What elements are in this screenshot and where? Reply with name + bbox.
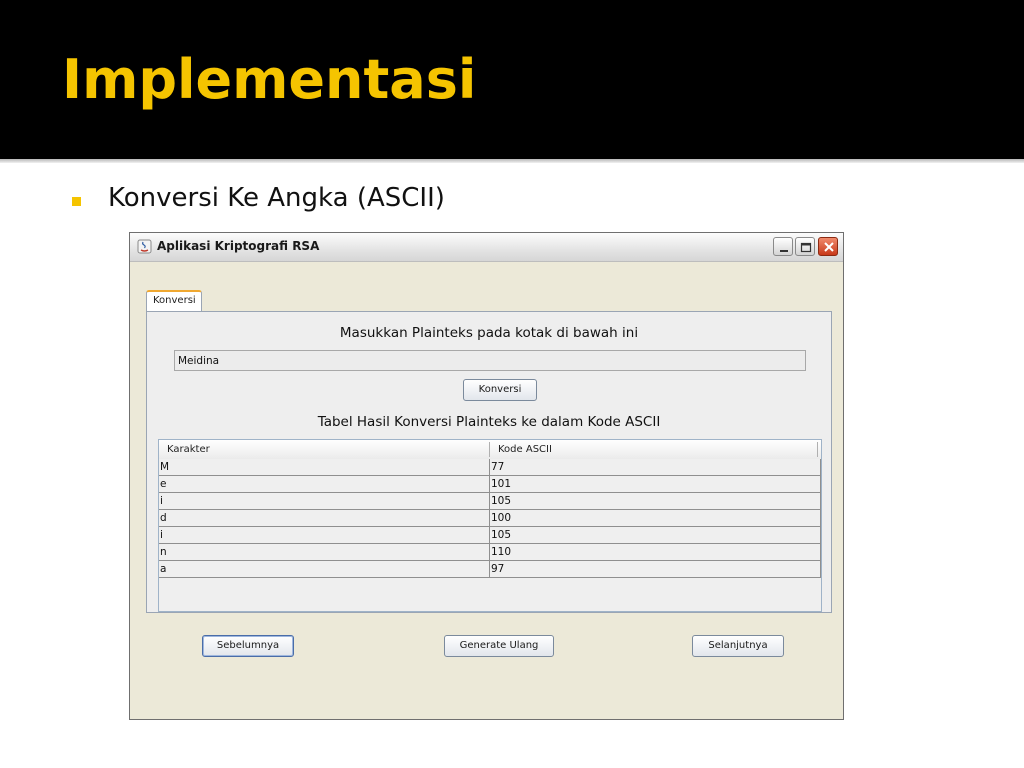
konversi-button[interactable]: Konversi (463, 379, 537, 401)
selanjutnya-button[interactable]: Selanjutnya (692, 635, 784, 657)
cell-karakter: e (160, 478, 167, 490)
cell-karakter: i (160, 495, 163, 507)
cell-kode-ascii: 110 (491, 546, 512, 558)
window-titlebar[interactable]: Aplikasi Kriptografi RSA (130, 233, 843, 262)
close-button[interactable] (818, 237, 838, 256)
table-row[interactable]: e 101 (159, 476, 821, 493)
cell-kode-ascii: 105 (491, 529, 512, 541)
close-icon (824, 242, 834, 252)
sebelumnya-button[interactable]: Sebelumnya (202, 635, 294, 657)
cell-karakter: d (160, 512, 167, 524)
cell-karakter: M (160, 461, 170, 473)
cell-karakter: i (160, 529, 163, 541)
bullet-square-icon (72, 197, 81, 206)
java-app-icon (137, 239, 152, 254)
window-title: Aplikasi Kriptografi RSA (157, 239, 320, 253)
generate-ulang-button[interactable]: Generate Ulang (444, 635, 554, 657)
input-heading: Masukkan Plainteks pada kotak di bawah i… (339, 325, 639, 341)
tab-konversi[interactable]: Konversi (146, 290, 202, 312)
table-header: Karakter Kode ASCII (159, 440, 821, 460)
column-divider (489, 442, 490, 457)
tab-panel: Masukkan Plainteks pada kotak di bawah i… (146, 311, 832, 613)
maximize-button[interactable] (795, 237, 815, 256)
cell-kode-ascii: 97 (491, 563, 505, 575)
table-row[interactable]: a 97 (159, 561, 821, 578)
maximize-icon (800, 242, 812, 253)
table-row[interactable]: i 105 (159, 493, 821, 510)
cell-kode-ascii: 77 (491, 461, 505, 473)
table-row[interactable]: i 105 (159, 527, 821, 544)
table-row[interactable]: n 110 (159, 544, 821, 561)
bullet-text: Konversi Ke Angka (ASCII) (108, 183, 445, 213)
cell-karakter: a (160, 563, 167, 575)
cell-kode-ascii: 101 (491, 478, 512, 490)
slide-title: Implementasi (62, 48, 477, 111)
cell-karakter: n (160, 546, 167, 558)
app-window: Aplikasi Kriptografi RSA Konversi Masukk… (129, 232, 844, 720)
ascii-table: Karakter Kode ASCII M 77 e 101 i 105 d 1… (158, 439, 822, 612)
cell-kode-ascii: 105 (491, 495, 512, 507)
table-row[interactable]: d 100 (159, 510, 821, 527)
column-header-kode-ascii[interactable]: Kode ASCII (498, 440, 552, 459)
table-row[interactable]: M 77 (159, 459, 821, 476)
table-heading: Tabel Hasil Konversi Plainteks ke dalam … (317, 414, 661, 430)
column-divider (817, 442, 818, 457)
plaintext-input[interactable] (174, 350, 806, 371)
minimize-button[interactable] (773, 237, 793, 256)
column-header-karakter[interactable]: Karakter (167, 440, 210, 459)
minimize-icon (780, 250, 788, 252)
cell-kode-ascii: 100 (491, 512, 512, 524)
